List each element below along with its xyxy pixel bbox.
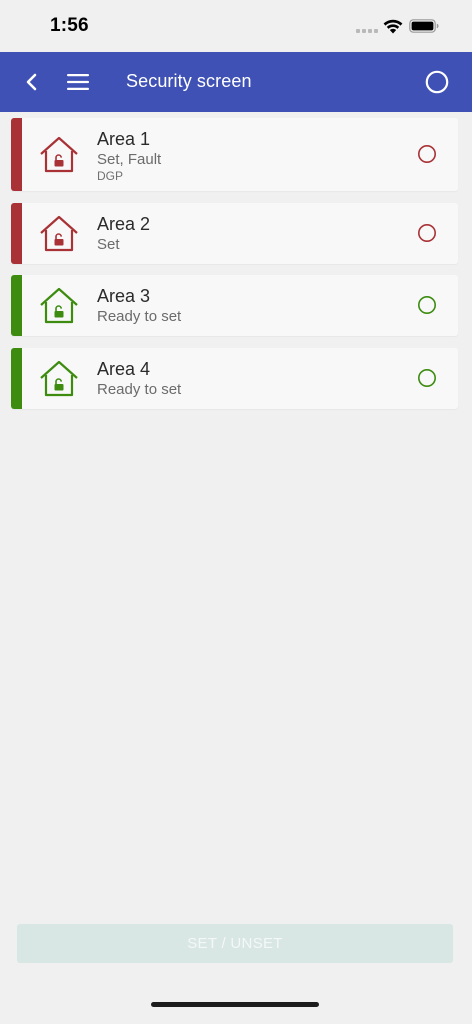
home-indicator: [151, 1002, 319, 1007]
area-sub-label: DGP: [97, 169, 124, 183]
area-card-1[interactable]: Area 1 Set, Fault DGP: [11, 118, 458, 191]
area-card-3[interactable]: Area 3 Ready to set: [11, 275, 458, 336]
signal-dots-icon: [356, 29, 378, 33]
area-status: Ready to set: [97, 308, 182, 325]
area-status-stripe: [11, 348, 22, 409]
area-status: Set: [97, 236, 120, 253]
house-lock-icon: [40, 360, 78, 397]
area-card-4[interactable]: Area 4 Ready to set: [11, 348, 458, 409]
area-name: Area 3: [97, 286, 151, 306]
area-status-stripe: [11, 275, 22, 336]
app-header: Security screen: [0, 52, 472, 112]
status-time: 1:56: [50, 15, 89, 36]
area-name: Area 4: [97, 359, 151, 379]
area-select-circle-icon[interactable]: [417, 144, 437, 164]
house-lock-icon: [40, 215, 78, 252]
status-circle-icon[interactable]: [425, 70, 449, 94]
area-select-circle-icon[interactable]: [417, 295, 437, 315]
hamburger-menu-icon[interactable]: [66, 70, 90, 94]
status-bar: 1:56: [0, 0, 472, 52]
wifi-icon: [383, 19, 403, 34]
area-name: Area 1: [97, 129, 151, 149]
area-status-stripe: [11, 203, 22, 264]
set-unset-button[interactable]: SET / UNSET: [17, 924, 453, 963]
house-lock-icon: [40, 136, 78, 173]
area-status: Ready to set: [97, 381, 182, 398]
area-status-stripe: [11, 118, 22, 191]
battery-icon: [409, 19, 439, 33]
page-title: Security screen: [126, 71, 252, 91]
house-lock-icon: [40, 287, 78, 324]
area-select-circle-icon[interactable]: [417, 368, 437, 388]
area-card-2[interactable]: Area 2 Set: [11, 203, 458, 264]
area-name: Area 2: [97, 214, 151, 234]
area-select-circle-icon[interactable]: [417, 223, 437, 243]
back-chevron-icon[interactable]: [20, 70, 44, 94]
area-status: Set, Fault: [97, 151, 162, 168]
